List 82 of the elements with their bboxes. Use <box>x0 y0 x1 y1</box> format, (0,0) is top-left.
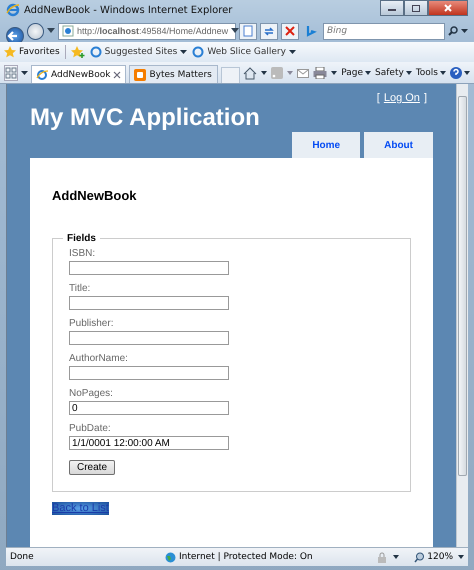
dropdown-icon[interactable] <box>231 28 240 34</box>
text-field[interactable]: 1/1/0001 12:00:00 AM <box>69 436 229 450</box>
dropdown-icon[interactable] <box>461 28 468 34</box>
field-label: PubDate: <box>69 423 112 434</box>
maximize-button[interactable] <box>404 0 428 16</box>
compatibility-button[interactable] <box>239 22 257 40</box>
field-label: Title: <box>69 283 92 294</box>
browser-logo-icon <box>36 68 48 80</box>
dropdown-icon <box>464 71 470 75</box>
dropdown-icon[interactable] <box>458 555 464 559</box>
search-icon[interactable] <box>448 26 458 36</box>
left-arrow-icon <box>7 30 19 42</box>
close-tab-icon[interactable] <box>113 70 122 78</box>
browser-tab[interactable]: AddNewBook <box>31 65 126 83</box>
globe-icon <box>165 552 176 562</box>
field-label: AuthorName: <box>69 353 129 364</box>
refresh-button[interactable] <box>260 22 278 40</box>
star-icon <box>4 46 16 58</box>
favorites-link[interactable]: Suggested Sites <box>90 46 188 58</box>
menu-tab[interactable]: About <box>364 132 433 158</box>
blog-logo-icon <box>134 68 146 80</box>
dropdown-icon <box>365 71 372 75</box>
status-text: Done <box>10 552 35 562</box>
search-field[interactable]: Bing <box>323 22 445 40</box>
text-field[interactable] <box>69 366 229 380</box>
home-icon[interactable] <box>243 66 258 80</box>
help-icon <box>450 67 462 79</box>
text-field[interactable] <box>69 331 229 345</box>
group-legend: Fields <box>63 233 100 244</box>
text-field[interactable]: 0 <box>69 401 229 415</box>
site-title: My MVC Application <box>30 104 261 132</box>
close-icon <box>284 25 296 37</box>
printer-icon[interactable] <box>313 67 328 79</box>
dropdown-icon <box>440 71 446 75</box>
help-button[interactable] <box>450 67 470 79</box>
security-zone: Internet | Protected Mode: On <box>179 552 313 562</box>
close-button[interactable] <box>428 0 468 16</box>
close-icon <box>443 4 453 12</box>
dropdown-icon <box>288 50 296 54</box>
dropdown-icon[interactable] <box>261 71 268 75</box>
quick-tabs-button[interactable] <box>4 65 18 81</box>
grid-icon <box>5 67 17 79</box>
window-title: AddNewBook - Windows Internet Explorer <box>24 4 232 16</box>
refresh-icon <box>263 25 275 37</box>
field-label: Publisher: <box>69 318 114 329</box>
page-icon <box>62 25 74 37</box>
log-on-link[interactable]: Log On <box>384 92 420 104</box>
text-field[interactable] <box>69 261 229 275</box>
command-menu[interactable]: Tools <box>416 68 446 78</box>
stop-button[interactable] <box>281 22 299 40</box>
bracket: [ <box>376 92 380 104</box>
page-icon <box>90 46 102 58</box>
text-field[interactable] <box>69 296 229 310</box>
minimize-button[interactable] <box>380 0 404 16</box>
browser-tab[interactable]: Bytes Matters <box>129 65 218 83</box>
dropdown-icon[interactable] <box>393 555 400 559</box>
command-menu[interactable]: Page <box>341 68 372 78</box>
dropdown-icon[interactable] <box>331 71 338 75</box>
create-button[interactable]: Create <box>69 460 116 475</box>
bracket: ] <box>424 92 427 104</box>
magnifier-icon <box>414 552 426 562</box>
dropdown-icon <box>180 50 188 54</box>
menu-tab[interactable]: Home <box>292 132 360 158</box>
page-icon <box>242 25 254 37</box>
forward-button[interactable] <box>27 22 44 40</box>
dropdown-icon[interactable] <box>21 71 28 76</box>
add-favorite-icon[interactable] <box>70 46 85 58</box>
maximize-icon <box>411 4 421 12</box>
browser-logo-icon <box>6 3 20 17</box>
zoom-button[interactable]: 120% <box>404 552 453 562</box>
dropdown-icon <box>406 71 412 75</box>
address-field[interactable]: http://localhost:49584/Home/Addnew <box>58 22 236 40</box>
scrollbar[interactable] <box>456 84 468 547</box>
field-label: ISBN: <box>69 248 96 259</box>
favorites-button[interactable]: Favorites <box>4 46 60 58</box>
field-label: NoPages: <box>69 388 114 399</box>
mail-icon[interactable] <box>297 68 310 78</box>
dropdown-icon[interactable] <box>47 28 55 34</box>
page-icon <box>192 46 204 58</box>
favorites-link[interactable]: Web Slice Gallery <box>192 46 296 58</box>
command-menu[interactable]: Safety <box>375 68 412 78</box>
page-heading: AddNewBook <box>52 188 138 203</box>
